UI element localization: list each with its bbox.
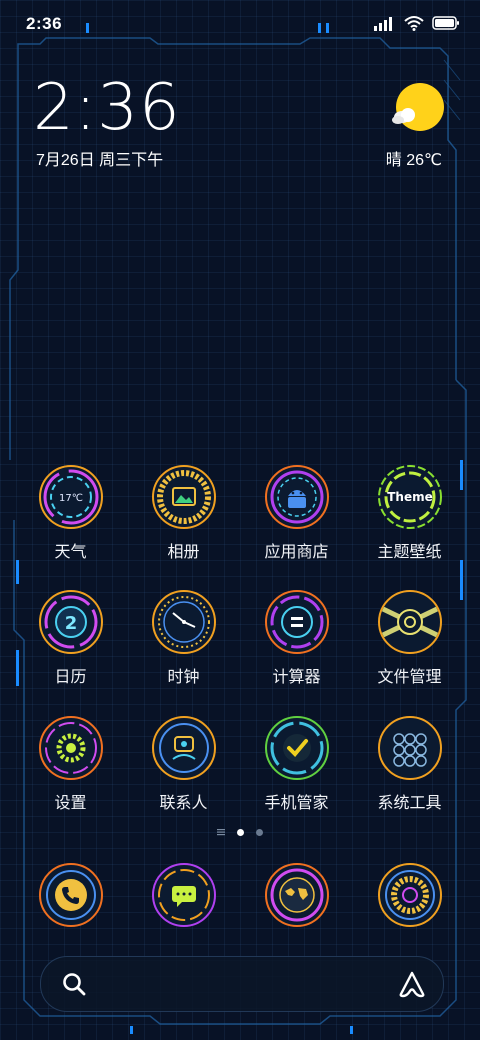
app-files[interactable]: 文件管理	[353, 589, 466, 687]
clock-widget-date: 7月26日 周三下午	[36, 152, 164, 169]
android-icon[interactable]	[264, 464, 330, 530]
calendar-day-text: 2	[64, 613, 77, 634]
page-dot[interactable]	[256, 828, 263, 836]
app-tools[interactable]: 系统工具	[353, 715, 466, 813]
app-settings[interactable]: 设置	[14, 715, 127, 813]
app-label: 联系人	[159, 795, 208, 812]
security-icon[interactable]	[264, 715, 330, 781]
signal-icon	[374, 17, 392, 31]
app-label: 手机管家	[264, 795, 329, 812]
status-icons	[374, 15, 460, 31]
message-icon[interactable]	[151, 862, 217, 928]
globe-icon[interactable]	[264, 862, 330, 928]
dock-music[interactable]	[353, 862, 466, 928]
theme-icon[interactable]: Theme	[377, 464, 443, 530]
app-label: 相册	[167, 544, 200, 561]
music-icon[interactable]	[377, 862, 443, 928]
dock-browser[interactable]	[240, 862, 353, 928]
sun-cloud-icon[interactable]	[388, 82, 448, 134]
app-label: 主题壁纸	[377, 544, 442, 561]
app-store[interactable]: 应用商店	[240, 464, 353, 562]
weather-icon[interactable]: 17℃	[38, 464, 104, 530]
app-label: 时钟	[167, 669, 200, 686]
contacts-icon[interactable]	[151, 715, 217, 781]
clock-widget-time[interactable]: 2:36	[33, 76, 181, 140]
phone-icon[interactable]	[38, 862, 104, 928]
dock-phone[interactable]	[14, 862, 127, 928]
app-label: 天气	[54, 544, 87, 561]
search-icon[interactable]	[61, 971, 87, 997]
app-calendar[interactable]: 2 日历	[14, 589, 127, 687]
app-contacts[interactable]: 联系人	[127, 715, 240, 813]
calculator-icon[interactable]	[264, 589, 330, 655]
assistant-icon[interactable]	[397, 970, 427, 998]
gallery-icon[interactable]	[151, 464, 217, 530]
app-label: 应用商店	[264, 544, 329, 561]
app-label: 计算器	[272, 669, 321, 686]
menu-lines-icon	[217, 829, 225, 836]
search-bar[interactable]	[40, 956, 444, 1012]
gear-icon[interactable]	[38, 715, 104, 781]
app-themes[interactable]: Theme 主题壁纸	[353, 464, 466, 562]
app-clock[interactable]: 时钟	[127, 589, 240, 687]
app-gallery[interactable]: 相册	[127, 464, 240, 562]
weather-text: 晴 26℃	[385, 152, 442, 169]
dock-messages[interactable]	[127, 862, 240, 928]
calendar-icon[interactable]: 2	[38, 589, 104, 655]
theme-text: Theme	[387, 490, 433, 504]
folder-icon[interactable]	[377, 589, 443, 655]
app-label: 日历	[54, 669, 87, 686]
page-dot-active[interactable]	[237, 828, 244, 836]
wifi-icon	[404, 16, 424, 31]
app-security[interactable]: 手机管家	[240, 715, 353, 813]
app-calculator[interactable]: 计算器	[240, 589, 353, 687]
app-label: 系统工具	[377, 795, 442, 812]
app-weather[interactable]: 17℃ 天气	[14, 464, 127, 562]
weather-temp-text: 17℃	[59, 493, 83, 504]
app-label: 文件管理	[377, 669, 442, 686]
page-indicator[interactable]	[0, 828, 480, 836]
battery-icon	[432, 16, 459, 30]
tools-icon[interactable]	[377, 715, 443, 781]
clock-icon[interactable]	[151, 589, 217, 655]
status-time: 2:36	[26, 14, 63, 33]
app-label: 设置	[54, 795, 87, 812]
status-bar: 2:36	[0, 0, 480, 48]
